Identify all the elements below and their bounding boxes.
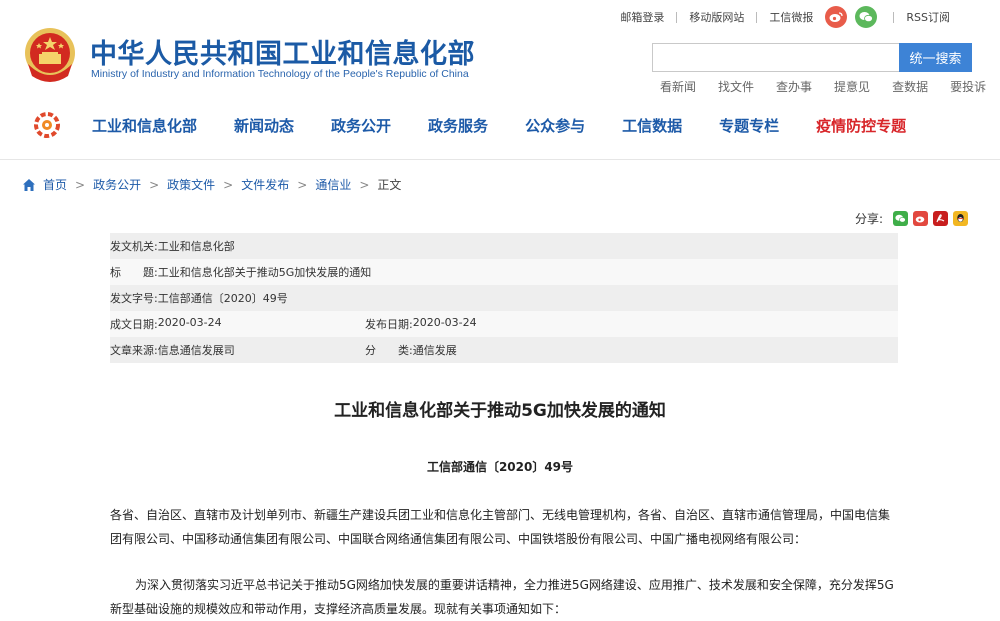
meta-cell: 文章来源: 信息通信发展司 — [110, 342, 365, 358]
quick-link-data[interactable]: 查数据 — [892, 78, 928, 95]
quick-links: 看新闻 找文件 查办事 提意见 查数据 要投诉 — [660, 78, 986, 95]
breadcrumb-separator: > — [297, 177, 308, 192]
share-bar: 分享: — [855, 210, 973, 227]
search-input[interactable] — [652, 43, 900, 72]
nav-item-ministry[interactable]: 工业和信息化部 — [92, 115, 197, 136]
meta-created-key: 成文日期: — [110, 318, 158, 331]
meta-docno-key: 发文字号: — [110, 292, 158, 305]
article-paragraph: 为深入贯彻落实习近平总书记关于推动5G网络加快发展的重要讲话精神，全力推进5G网… — [110, 578, 894, 616]
document-meta-table: 发文机关: 工业和信息化部 标 题: 工业和信息化部关于推动5G加快发展的通知 … — [110, 233, 898, 363]
meta-issuer-value: 工业和信息化部 — [157, 240, 235, 253]
weibo-icon[interactable] — [825, 6, 848, 28]
home-icon[interactable] — [22, 178, 36, 192]
nav-item-news[interactable]: 新闻动态 — [234, 115, 294, 136]
meta-row: 发文机关: 工业和信息化部 — [110, 233, 898, 259]
nav-item-topics[interactable]: 专题专栏 — [719, 115, 779, 136]
breadcrumb-separator: > — [149, 177, 160, 192]
meta-source-key: 文章来源: — [110, 344, 158, 357]
meta-title-value: 工业和信息化部关于推动5G加快发展的通知 — [157, 266, 372, 279]
nav-item-epidemic[interactable]: 疫情防控专题 — [816, 115, 906, 136]
breadcrumb-policy[interactable]: 政策文件 — [167, 176, 215, 193]
breadcrumb-home[interactable]: 首页 — [43, 176, 67, 193]
meta-row: 文章来源: 信息通信发展司 分 类: 通信发展 — [110, 337, 898, 363]
nav-item-data[interactable]: 工信数据 — [622, 115, 682, 136]
national-emblem-icon — [25, 28, 75, 82]
breadcrumb-telecom[interactable]: 通信业 — [315, 176, 351, 193]
meta-row: 发文字号: 工信部通信〔2020〕49号 — [110, 285, 898, 311]
meta-row: 成文日期: 2020-03-24 发布日期: 2020-03-24 — [110, 311, 898, 337]
quick-link-complaint[interactable]: 要投诉 — [950, 78, 986, 95]
breadcrumb-disclosure[interactable]: 政务公开 — [93, 176, 141, 193]
rss-link[interactable]: RSS订阅 — [894, 9, 962, 25]
breadcrumb-release[interactable]: 文件发布 — [241, 176, 289, 193]
breadcrumb: 首页 > 政务公开 > 政策文件 > 文件发布 > 通信业 > 正文 — [22, 176, 401, 193]
nav-logo-icon[interactable] — [34, 112, 60, 138]
site-title[interactable]: 中华人民共和国工业和信息化部 — [90, 32, 475, 71]
pdf-icon[interactable] — [933, 211, 949, 226]
meta-docno-value: 工信部通信〔2020〕49号 — [157, 292, 288, 305]
site-subtitle: Ministry of Industry and Information Tec… — [91, 68, 469, 80]
breadcrumb-separator: > — [75, 177, 86, 192]
meta-cell: 成文日期: 2020-03-24 — [110, 316, 365, 332]
wechat-icon[interactable] — [855, 6, 878, 28]
meta-title-key: 标 题: — [110, 266, 158, 279]
article-paragraph: 各省、自治区、直辖市及计划单列市、新疆生产建设兵团工业和信息化主管部门、无线电管… — [110, 508, 891, 546]
meta-published-value: 2020-03-24 — [412, 316, 477, 329]
top-links: 邮箱登录 移动版网站 工信微报 RSS订阅 — [608, 5, 962, 29]
breadcrumb-separator: > — [223, 177, 234, 192]
weibo-share-icon[interactable] — [913, 211, 929, 226]
meta-cell: 发布日期: 2020-03-24 — [365, 316, 477, 332]
meta-row: 标 题: 工业和信息化部关于推动5G加快发展的通知 — [110, 259, 898, 285]
meta-published-key: 发布日期: — [365, 318, 413, 331]
meta-category-value: 通信发展 — [412, 344, 457, 357]
share-label: 分享: — [855, 212, 884, 226]
qq-icon[interactable] — [953, 211, 969, 226]
weibo-news-link[interactable]: 工信微报 — [757, 9, 825, 25]
meta-cell: 分 类: 通信发展 — [365, 342, 457, 358]
quick-link-feedback[interactable]: 提意见 — [834, 78, 870, 95]
mobile-site-link[interactable]: 移动版网站 — [677, 9, 756, 25]
quick-link-news[interactable]: 看新闻 — [660, 78, 696, 95]
article-title: 工业和信息化部关于推动5G加快发展的通知 — [334, 401, 666, 421]
main-nav: 工业和信息化部 新闻动态 政务公开 政务服务 公众参与 工信数据 专题专栏 疫情… — [34, 110, 964, 140]
breadcrumb-current: 正文 — [377, 178, 402, 192]
meta-category-key: 分 类: — [365, 344, 413, 357]
nav-item-services[interactable]: 政务服务 — [428, 115, 488, 136]
article-doc-number: 工信部通信〔2020〕49号 — [426, 460, 574, 474]
wechat-share-icon[interactable] — [893, 211, 909, 226]
meta-issuer-key: 发文机关: — [110, 240, 158, 253]
site-header: 中华人民共和国工业和信息化部 Ministry of Industry and … — [0, 0, 1000, 160]
quick-link-services[interactable]: 查办事 — [776, 78, 812, 95]
search-button[interactable]: 统一搜索 — [899, 43, 972, 72]
mail-login-link[interactable]: 邮箱登录 — [608, 9, 676, 25]
nav-item-participation[interactable]: 公众参与 — [525, 115, 585, 136]
meta-source-value: 信息通信发展司 — [157, 344, 235, 357]
meta-created-value: 2020-03-24 — [157, 316, 222, 329]
nav-item-disclosure[interactable]: 政务公开 — [331, 115, 391, 136]
quick-link-files[interactable]: 找文件 — [718, 78, 754, 95]
breadcrumb-separator: > — [359, 177, 370, 192]
